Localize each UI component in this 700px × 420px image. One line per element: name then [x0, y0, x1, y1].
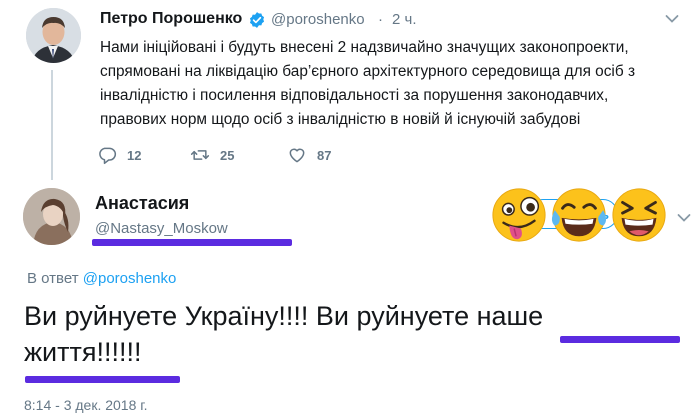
- highlight-underline: [25, 376, 180, 383]
- retweet-button[interactable]: 25: [190, 145, 234, 165]
- retweet-count: 25: [220, 147, 235, 163]
- in-reply-handle-link[interactable]: @poroshenko: [83, 270, 177, 287]
- tweet-author-name[interactable]: Петро Порошенко: [100, 10, 242, 28]
- highlight-underline: [560, 336, 680, 343]
- reply-author-name[interactable]: Анастасия: [95, 193, 189, 214]
- tweet-text-line: Нами ініційовані і будуть внесені 2 надз…: [100, 39, 629, 56]
- reply-button[interactable]: 12: [97, 145, 141, 165]
- heart-icon: [289, 148, 305, 163]
- reply-author-avatar[interactable]: [23, 188, 80, 245]
- tweet-text-line: правових норм щодо осіб з інвалідністю в…: [100, 111, 581, 128]
- tears-of-joy-emoji-icon: [551, 188, 607, 242]
- author-avatar[interactable]: [26, 8, 81, 63]
- in-reply-to: В ответ @poroshenko: [27, 270, 176, 287]
- reply-timestamp[interactable]: 8:14 - 3 дек. 2018 г.: [24, 397, 148, 413]
- avatar-photo-icon: [23, 188, 80, 245]
- like-button[interactable]: 87: [287, 145, 331, 165]
- reply-icon: [99, 147, 117, 165]
- avatar-portrait-icon: [26, 8, 81, 63]
- chevron-down-icon[interactable]: [677, 213, 691, 223]
- reply-text: Ви руйнуете Україну!!!! Ви руйнуете наше…: [24, 298, 684, 370]
- tweet-text: Нами ініційовані і будуть внесені 2 надз…: [100, 36, 685, 132]
- reply-text-line: Ви руйнуете Україну!!!! Ви руйнуете наше: [24, 301, 544, 331]
- tweet-text-line: спрямовані на ліквідацію бар’єрного архі…: [100, 63, 636, 80]
- tweet-text-line: інвалідністю і посилення відповідальност…: [100, 87, 609, 104]
- like-count: 87: [317, 147, 332, 163]
- tweet-time[interactable]: 2 ч.: [392, 11, 417, 28]
- verified-badge-icon: [249, 12, 265, 28]
- zany-face-emoji-icon: [492, 188, 546, 242]
- reply-count: 12: [127, 147, 142, 163]
- highlight-underline: [92, 239, 292, 246]
- reply-author-handle[interactable]: @Nastasy_Moskow: [95, 220, 228, 237]
- chevron-down-icon[interactable]: [665, 14, 679, 24]
- thread-connector-line: [51, 70, 53, 180]
- retweet-icon: [190, 150, 210, 160]
- grinning-squinting-face-emoji-icon: [612, 188, 666, 242]
- separator-dot: ·: [378, 11, 383, 28]
- tweet-author-handle[interactable]: @poroshenko: [271, 11, 365, 28]
- in-reply-prefix: В ответ: [27, 270, 79, 287]
